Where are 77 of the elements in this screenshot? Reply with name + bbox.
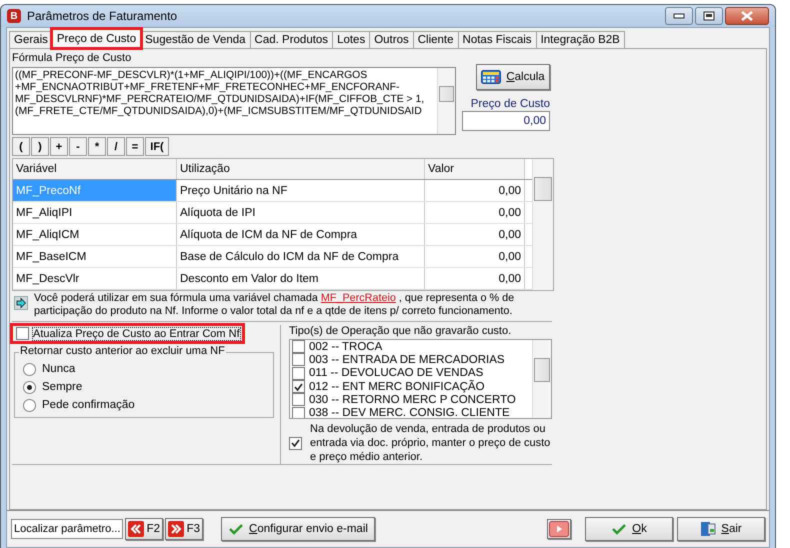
exit-button[interactable]: Sair xyxy=(677,517,765,541)
calculator-icon xyxy=(481,70,502,84)
previous-button[interactable]: F2 xyxy=(125,518,163,540)
operator-button[interactable]: ( xyxy=(12,137,30,156)
variable-link[interactable]: MF_PercRateio xyxy=(320,292,396,304)
operator-button[interactable]: ) xyxy=(31,137,49,156)
operator-button[interactable]: * xyxy=(88,137,106,156)
operation-checkbox[interactable]: 012 -- ENT MERC BONIFICAÇÃO xyxy=(292,380,530,394)
operation-checkbox[interactable]: 011 -- DEVOLUCAO DE VENDAS xyxy=(292,366,530,380)
table-cell[interactable]: MF_DescVlr xyxy=(13,268,177,289)
video-button[interactable] xyxy=(547,519,571,539)
operation-checkbox[interactable]: 003 -- ENTRADA DE MERCADORIAS xyxy=(292,353,530,367)
radio-option[interactable]: Sempre xyxy=(23,378,265,396)
radio-option[interactable]: Pede confirmação xyxy=(23,396,265,414)
table-cell[interactable]: MF_AliqIPI xyxy=(13,202,177,223)
tab[interactable]: Sugestão de Venda xyxy=(140,31,251,48)
operator-button[interactable]: - xyxy=(69,137,87,156)
operator-button[interactable]: + xyxy=(50,137,68,156)
door-icon xyxy=(700,521,716,537)
search-field[interactable]: Localizar parâmetro... xyxy=(11,519,123,539)
close-icon xyxy=(740,11,754,21)
app-logo: B xyxy=(7,9,21,23)
table-cell[interactable]: MF_AliqICM xyxy=(13,224,177,245)
double-left-icon xyxy=(128,521,144,537)
ok-button[interactable]: Ok xyxy=(585,517,673,541)
table-cell: 0,00 xyxy=(425,246,525,267)
operation-checkbox[interactable]: 030 -- RETORNO MERC P CONCERTO xyxy=(292,393,530,406)
formula-field[interactable]: ((MF_PRECONF-MF_DESCVLR)*(1+MF_ALIQIPI/100))+((MF_ENCARGOS +MF_ENCNAOTRIBUT+MF_FRETENF+MF_FRETECONHEC+MF_ENCFORANF- MF_DESCVLRNF)*MF_PERCRATEIO/MF_QTDUNIDSAIDA)+IF(MF_CIFFOB_CTE > 1, (MF_FRETE_CTE/MF_QTDUNIDSAIDA),0)+(MF_ICMSUBSTITEM/MF_QTDUNIDSAID xyxy=(12,67,456,135)
scrollbar[interactable] xyxy=(532,340,551,418)
operation-checkbox[interactable]: 038 -- DEV MERC. CONSIG. CLIENTE xyxy=(292,406,530,418)
operator-button[interactable]: / xyxy=(107,137,125,156)
minimize-icon xyxy=(673,13,685,19)
table-cell: 0,00 xyxy=(425,202,525,223)
table-cell: 0,00 xyxy=(425,268,525,289)
tab[interactable]: Preço de Custo xyxy=(52,29,142,48)
table-cell: Alíquota de IPI xyxy=(177,202,425,223)
minimize-button[interactable] xyxy=(665,7,693,25)
table-cell: 0,00 xyxy=(425,224,525,245)
window-title: Parâmetros de Faturamento xyxy=(27,9,178,23)
operation-checkbox[interactable]: 002 -- TROCA xyxy=(292,340,530,354)
operations-label: Tipo(s) de Operação que não gravarão custo. xyxy=(289,325,512,338)
tab[interactable]: Integração B2B xyxy=(536,31,625,48)
close-button[interactable] xyxy=(725,7,769,25)
maximize-button[interactable] xyxy=(695,7,723,25)
operator-button[interactable]: IF( xyxy=(145,137,169,156)
column-header[interactable]: Valor xyxy=(425,159,525,179)
cost-label: Preço de Custo xyxy=(470,98,550,110)
table-cell: Desconto em Valor do Item xyxy=(177,268,425,289)
double-right-icon xyxy=(168,521,184,537)
email-settings-button[interactable]: Configurar envio e-mail xyxy=(221,517,375,541)
arrow-icon xyxy=(14,296,28,310)
table-cell: 0,00 xyxy=(425,180,525,201)
table-cell: Preço Unitário na NF xyxy=(177,180,425,201)
update-cost-checkbox[interactable]: Atualiza Preço de Custo ao Entrar Com Nf xyxy=(12,325,243,342)
tab[interactable]: Gerais xyxy=(9,31,53,48)
info-text: Você poderá utilizar em sua fórmula uma variável chamada MF_PercRateio , que representa o % de participação do produto na Nf. Informe o valor total da nf e a qtde de itens p/ correto funcionamento. xyxy=(34,292,516,318)
check-icon xyxy=(294,382,303,391)
maximize-icon xyxy=(703,11,715,21)
group-title: Retornar custo anterior ao excluir uma NF xyxy=(19,345,226,357)
column-header[interactable]: Utilização xyxy=(177,159,425,179)
table-cell[interactable]: MF_BaseICM xyxy=(13,246,177,267)
scrollbar[interactable] xyxy=(437,68,455,134)
check-icon xyxy=(291,439,300,447)
table-cell: Base de Cálculo do ICM da NF de Compra xyxy=(177,246,425,267)
radio-option[interactable]: Nunca xyxy=(23,360,265,378)
check-icon xyxy=(611,523,628,535)
play-icon xyxy=(549,521,569,537)
table-cell: Alíquota de ICM da NF de Compra xyxy=(177,224,425,245)
calculate-button[interactable]: Calcula xyxy=(476,64,550,90)
keep-cost-checkbox[interactable]: Na devolução de venda, entrada de produtos ou entrada via doc. próprio, manter o preço de custo e preço médio anterior. xyxy=(289,422,552,464)
operator-button[interactable]: = xyxy=(126,137,144,156)
check-icon xyxy=(228,523,244,535)
formula-label: Fórmula Preço de Custo xyxy=(12,52,132,65)
cost-field[interactable]: 0,00 xyxy=(462,111,550,131)
column-header[interactable]: Variável xyxy=(13,159,177,179)
scrollbar[interactable] xyxy=(532,159,553,290)
next-button[interactable]: F3 xyxy=(165,518,203,540)
